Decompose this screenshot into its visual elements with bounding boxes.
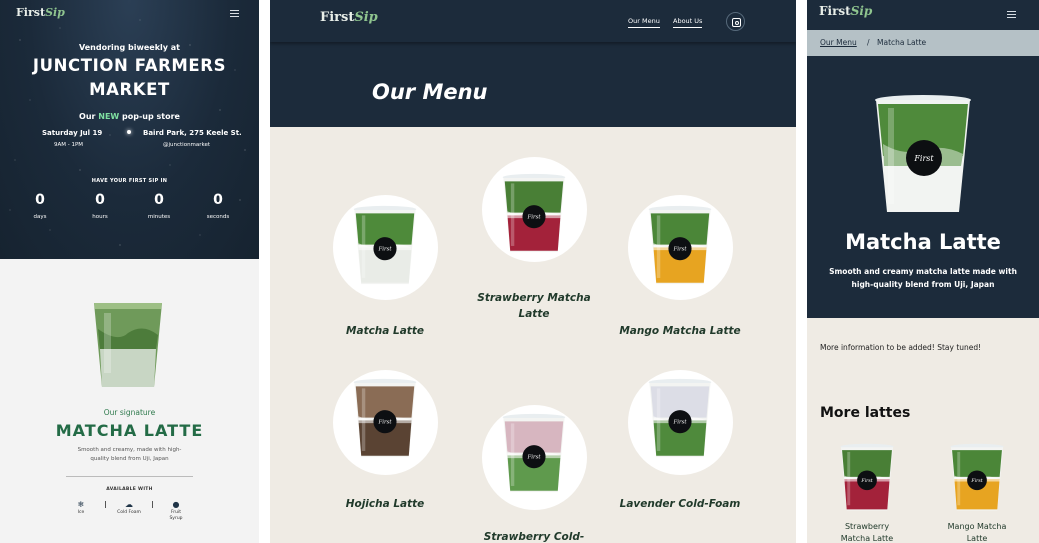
available-with-heading: AVAILABLE WITH [106,487,153,492]
more-latte-name[interactable]: Strawberry Matcha Latte [817,521,917,543]
hamburger-menu-icon[interactable] [1007,11,1016,18]
countdown-label: minutes [147,214,171,220]
drink-cup-image: First [353,378,417,458]
countdown-seconds: 0 seconds [193,192,243,220]
popup-text: Our NEW pop-up store [0,112,259,121]
logo-first: First [16,6,46,19]
signature-subtitle: Our signature [103,408,156,417]
option-separator [152,501,153,508]
countdown-minutes: 0 minutes [134,192,184,220]
menu-item-card[interactable]: First Hojicha Latte [310,0,460,543]
screenshot-collage: FirstSip Vendoring biweekly at JUNCTION … [0,0,1039,543]
option-label: Ice [77,510,85,515]
svg-text:First: First [672,420,687,426]
market-line-1: JUNCTION FARMERS [32,56,227,75]
countdown-hours: 0 hours [75,192,125,220]
option-ice: ❄ Ice [66,500,96,516]
event-date: Saturday Jul 19 [42,129,103,137]
countdown-value: 0 [213,192,223,208]
mobile-home-page: FirstSip Vendoring biweekly at JUNCTION … [0,0,259,543]
event-place: Baird Park, 275 Keele St. [143,129,242,137]
logo-sip: Sip [45,6,65,19]
svg-text:First: First [970,478,982,484]
countdown-value: 0 [35,192,45,208]
logo-first: First [819,4,851,18]
vendoring-text: Vendoring biweekly at [79,43,180,52]
desktop-menu-page: FirstSip Our Menu About Us Our Menu Firs… [270,0,796,543]
popup-post: pop-up store [119,112,180,121]
drink-cup-image: First [502,413,566,493]
separator-dot-icon [127,130,131,134]
more-latte-name[interactable]: Mango Matcha Latte [927,521,1027,543]
market-line-2: MARKET [89,80,170,99]
snowflake-icon: ❄ [77,500,85,509]
countdown-value: 0 [95,192,105,208]
drink-cup-image: First [950,443,1004,511]
popup-new-badge: NEW [98,112,120,121]
signature-title: MATCHA LATTE [55,421,204,440]
countdown-label: seconds [206,214,230,220]
breadcrumb-current: Matcha Latte [877,38,927,47]
event-time: 9AM - 1PM [54,142,84,148]
menu-item-card[interactable]: First Strawberry Cold- [459,0,609,543]
product-image: First [875,95,971,212]
hamburger-menu-icon[interactable] [230,10,239,17]
hero-section: FirstSip Vendoring biweekly at JUNCTION … [0,0,259,259]
countdown-label: hours [92,214,108,220]
countdown-days: 0 days [15,192,65,220]
option-separator [105,501,106,508]
drink-cup-image: First [840,443,894,511]
more-lattes-heading: More lattes [820,405,911,421]
signature-description: Smooth and creamy, made with high-qualit… [77,447,182,462]
countdown-heading: HAVE YOUR FIRST SIP IN [91,178,168,184]
signature-drink-image [94,303,162,387]
menu-item-name[interactable]: Hojicha Latte [310,496,460,512]
svg-text:First: First [860,478,872,484]
cup-logo-sticker: First [913,154,934,163]
brand-logo[interactable]: FirstSip [16,6,65,19]
more-latte-card[interactable]: First Mango Matcha Latte [927,443,1027,543]
option-label: Cold Foam [117,510,141,515]
drink-cup-image: First [648,378,712,458]
popup-pre: Our [79,112,99,121]
market-name: JUNCTION FARMERS MARKET [0,54,259,102]
more-latte-card[interactable]: First Strawberry Matcha Latte [817,443,917,543]
menu-item-name[interactable]: Lavender Cold-Foam [605,496,755,512]
event-handle[interactable]: @junctionmarket [163,142,210,148]
logo-sip: Sip [850,4,873,18]
option-cold-foam: ☁ Cold Foam [114,500,144,516]
drop-icon: ● [172,500,180,509]
product-description: Smooth and creamy matcha latte made with… [829,267,1017,289]
divider [66,476,193,477]
breadcrumb-separator: / [867,38,870,47]
countdown-label: days [33,214,47,220]
svg-text:First: First [526,455,541,461]
cloud-icon: ☁ [125,500,133,509]
product-title: Matcha Latte [845,230,1001,254]
more-info-text: More information to be added! Stay tuned… [820,343,982,352]
brand-logo[interactable]: FirstSip [819,4,872,18]
countdown-value: 0 [154,192,164,208]
mobile-detail-page: FirstSip Our Menu / Matcha Latte First M… [807,0,1039,543]
option-label: Fruit Syrup [169,510,183,521]
option-fruit-syrup: ● Fruit Syrup [161,500,191,522]
menu-item-card[interactable]: First Lavender Cold-Foam [605,0,755,543]
svg-text:First: First [377,420,392,426]
breadcrumb-link-menu[interactable]: Our Menu [820,38,857,47]
top-navbar: FirstSip [807,0,1039,30]
menu-item-name[interactable]: Strawberry Cold- [459,529,609,543]
